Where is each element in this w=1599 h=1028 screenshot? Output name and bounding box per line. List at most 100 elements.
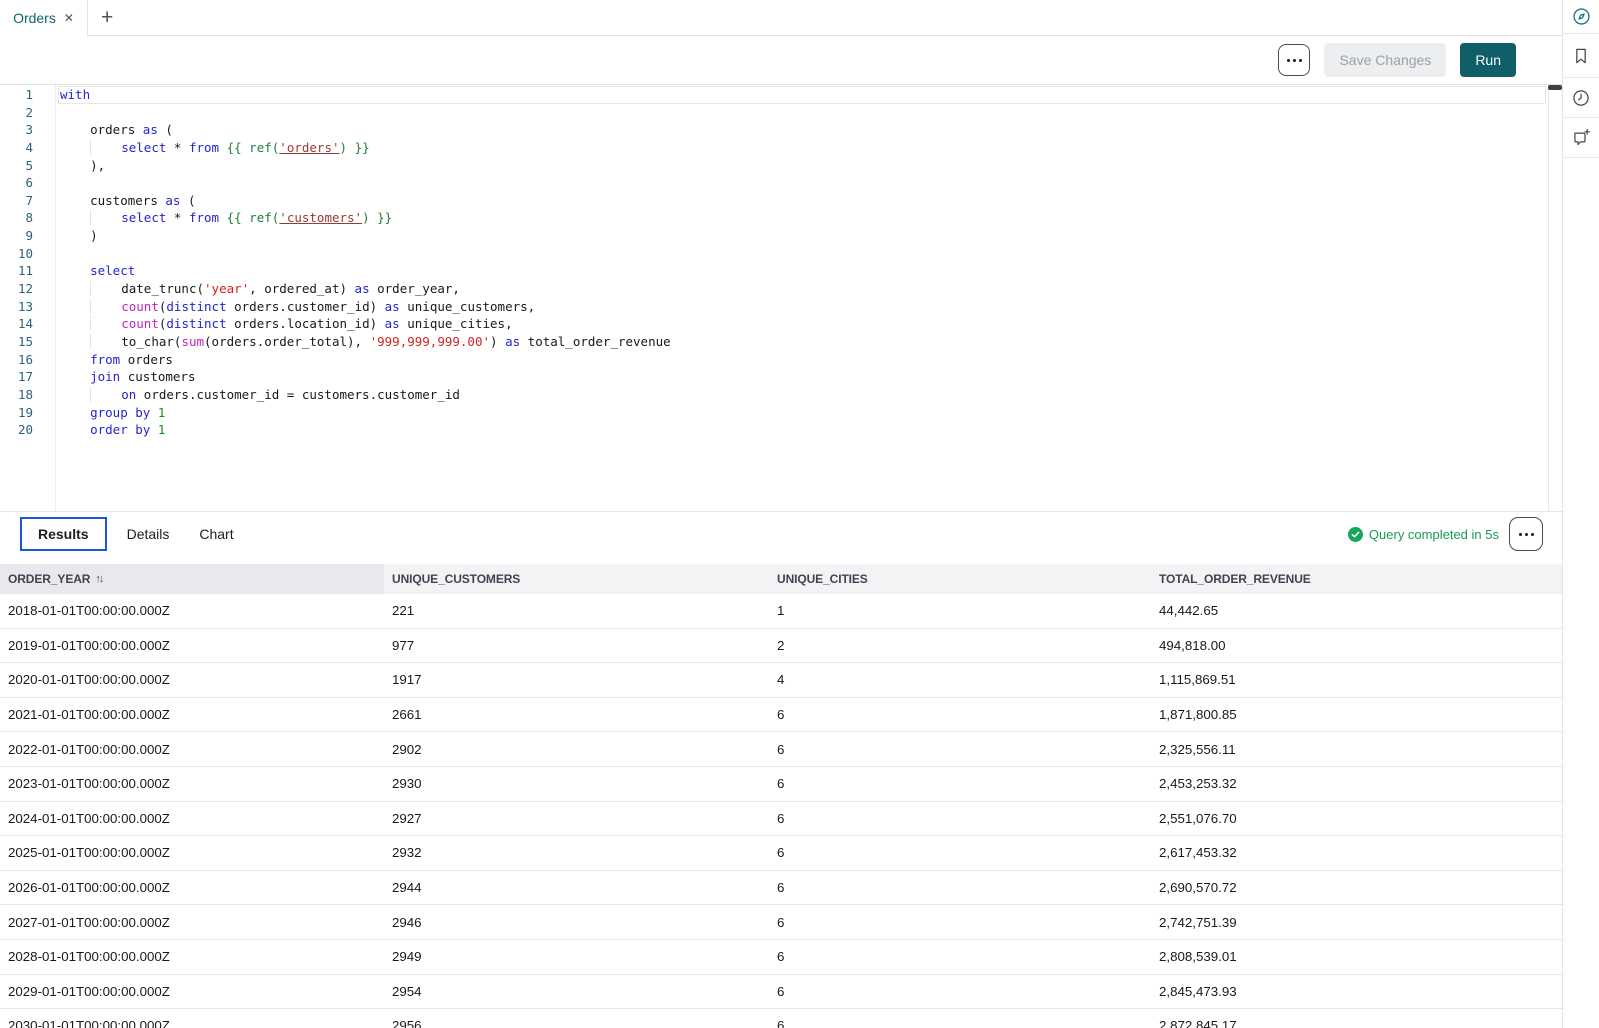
table-cell[interactable]: 4 xyxy=(769,663,1151,697)
table-cell[interactable]: 2 xyxy=(769,629,1151,663)
code-line-content[interactable]: ), xyxy=(55,157,105,175)
code-line-content[interactable]: to_char(sum(orders.order_total), '999,99… xyxy=(55,333,671,351)
code-line-content[interactable]: customers as ( xyxy=(55,192,196,210)
code-line-content[interactable]: select * from {{ ref('orders') }} xyxy=(55,139,370,157)
table-cell[interactable]: 2927 xyxy=(384,802,769,836)
table-row[interactable]: 2018-01-01T00:00:00.000Z221144,442.65 xyxy=(0,594,1562,629)
history-button[interactable] xyxy=(1563,78,1599,118)
compass-button[interactable] xyxy=(1563,0,1599,34)
table-row[interactable]: 2028-01-01T00:00:00.000Z294962,808,539.0… xyxy=(0,940,1562,975)
table-cell[interactable]: 2020-01-01T00:00:00.000Z xyxy=(0,663,384,697)
table-cell[interactable]: 6 xyxy=(769,1009,1151,1028)
table-cell[interactable]: 2661 xyxy=(384,698,769,732)
table-cell[interactable]: 2946 xyxy=(384,905,769,939)
table-row[interactable]: 2029-01-01T00:00:00.000Z295462,845,473.9… xyxy=(0,975,1562,1010)
copilot-button[interactable] xyxy=(1563,118,1599,158)
column-header-unique-cities[interactable]: UNIQUE_CITIES xyxy=(769,564,1151,594)
table-cell[interactable]: 2932 xyxy=(384,836,769,870)
table-cell[interactable]: 6 xyxy=(769,732,1151,766)
table-row[interactable]: 2025-01-01T00:00:00.000Z293262,617,453.3… xyxy=(0,836,1562,871)
table-cell[interactable]: 2022-01-01T00:00:00.000Z xyxy=(0,732,384,766)
table-cell[interactable]: 2,845,473.93 xyxy=(1151,975,1562,1009)
table-cell[interactable]: 2023-01-01T00:00:00.000Z xyxy=(0,767,384,801)
table-cell[interactable]: 2025-01-01T00:00:00.000Z xyxy=(0,836,384,870)
results-more-button[interactable] xyxy=(1509,517,1543,551)
table-cell[interactable]: 494,818.00 xyxy=(1151,629,1562,663)
table-cell[interactable]: 2930 xyxy=(384,767,769,801)
table-cell[interactable]: 2028-01-01T00:00:00.000Z xyxy=(0,940,384,974)
code-line-content[interactable]: on orders.customer_id = customers.custom… xyxy=(55,386,460,404)
table-cell[interactable]: 2902 xyxy=(384,732,769,766)
code-line-content[interactable]: date_trunc('year', ordered_at) as order_… xyxy=(55,280,460,298)
table-cell[interactable]: 2949 xyxy=(384,940,769,974)
column-header-order-year[interactable]: ORDER_YEAR ↑↓ xyxy=(0,564,384,594)
save-changes-button[interactable]: Save Changes xyxy=(1324,43,1446,77)
table-cell[interactable]: 6 xyxy=(769,836,1151,870)
editor-more-button[interactable] xyxy=(1278,44,1310,76)
table-cell[interactable]: 2,690,570.72 xyxy=(1151,871,1562,905)
table-cell[interactable]: 6 xyxy=(769,802,1151,836)
table-cell[interactable]: 6 xyxy=(769,975,1151,1009)
code-line-content[interactable]: ) xyxy=(55,227,98,245)
code-line-content[interactable]: count(distinct orders.location_id) as un… xyxy=(55,315,513,333)
table-cell[interactable]: 44,442.65 xyxy=(1151,594,1562,628)
tab-orders[interactable]: Orders ✕ xyxy=(0,0,88,36)
table-cell[interactable]: 2,742,751.39 xyxy=(1151,905,1562,939)
run-button[interactable]: Run xyxy=(1460,43,1516,77)
table-cell[interactable]: 2954 xyxy=(384,975,769,1009)
close-icon[interactable]: ✕ xyxy=(64,12,74,24)
code-line-content[interactable]: select xyxy=(55,262,135,280)
table-cell[interactable]: 6 xyxy=(769,871,1151,905)
table-cell[interactable]: 2956 xyxy=(384,1009,769,1028)
bookmark-button[interactable] xyxy=(1563,34,1599,78)
code-line-content[interactable]: with xyxy=(55,86,90,104)
table-cell[interactable]: 2027-01-01T00:00:00.000Z xyxy=(0,905,384,939)
new-tab-button[interactable]: + xyxy=(97,7,117,28)
table-cell[interactable]: 2,808,539.01 xyxy=(1151,940,1562,974)
table-row[interactable]: 2020-01-01T00:00:00.000Z191741,115,869.5… xyxy=(0,663,1562,698)
table-cell[interactable]: 977 xyxy=(384,629,769,663)
column-header-total-order-revenue[interactable]: TOTAL_ORDER_REVENUE xyxy=(1151,564,1562,594)
tab-details[interactable]: Details xyxy=(127,518,170,550)
table-row[interactable]: 2019-01-01T00:00:00.000Z9772494,818.00 xyxy=(0,629,1562,664)
table-row[interactable]: 2024-01-01T00:00:00.000Z292762,551,076.7… xyxy=(0,802,1562,837)
column-header-unique-customers[interactable]: UNIQUE_CUSTOMERS xyxy=(384,564,769,594)
code-line-content[interactable]: join customers xyxy=(55,368,195,386)
table-row[interactable]: 2026-01-01T00:00:00.000Z294462,690,570.7… xyxy=(0,871,1562,906)
table-cell[interactable]: 2,325,556.11 xyxy=(1151,732,1562,766)
tab-results[interactable]: Results xyxy=(20,517,107,551)
table-cell[interactable]: 2,551,076.70 xyxy=(1151,802,1562,836)
table-cell[interactable]: 2021-01-01T00:00:00.000Z xyxy=(0,698,384,732)
table-cell[interactable]: 2,617,453.32 xyxy=(1151,836,1562,870)
table-cell[interactable]: 1,871,800.85 xyxy=(1151,698,1562,732)
code-line-content[interactable]: order by 1 xyxy=(55,421,165,439)
tab-chart[interactable]: Chart xyxy=(199,518,233,550)
table-cell[interactable]: 6 xyxy=(769,940,1151,974)
table-cell[interactable]: 2,453,253.32 xyxy=(1151,767,1562,801)
sort-arrows-icon[interactable]: ↑↓ xyxy=(95,573,102,585)
code-line-content[interactable]: count(distinct orders.customer_id) as un… xyxy=(55,298,535,316)
table-cell[interactable]: 6 xyxy=(769,905,1151,939)
editor-scrollbar-thumb[interactable] xyxy=(1548,85,1562,90)
table-cell[interactable]: 2024-01-01T00:00:00.000Z xyxy=(0,802,384,836)
table-cell[interactable]: 2,872,845.17 xyxy=(1151,1009,1562,1028)
table-cell[interactable]: 2026-01-01T00:00:00.000Z xyxy=(0,871,384,905)
table-cell[interactable]: 2029-01-01T00:00:00.000Z xyxy=(0,975,384,1009)
table-row[interactable]: 2021-01-01T00:00:00.000Z266161,871,800.8… xyxy=(0,698,1562,733)
table-cell[interactable]: 6 xyxy=(769,767,1151,801)
table-cell[interactable]: 2944 xyxy=(384,871,769,905)
table-cell[interactable]: 1917 xyxy=(384,663,769,697)
table-cell[interactable]: 2019-01-01T00:00:00.000Z xyxy=(0,629,384,663)
table-cell[interactable]: 1,115,869.51 xyxy=(1151,663,1562,697)
sql-editor[interactable]: 1with23 orders as (4 select * from {{ re… xyxy=(0,85,1562,511)
table-cell[interactable]: 6 xyxy=(769,698,1151,732)
table-row[interactable]: 2030-01-01T00:00:00.000Z295662,872,845.1… xyxy=(0,1009,1562,1028)
table-cell[interactable]: 2018-01-01T00:00:00.000Z xyxy=(0,594,384,628)
table-row[interactable]: 2022-01-01T00:00:00.000Z290262,325,556.1… xyxy=(0,732,1562,767)
code-line-content[interactable]: group by 1 xyxy=(55,404,165,422)
code-line-content[interactable]: orders as ( xyxy=(55,121,173,139)
table-cell[interactable]: 2030-01-01T00:00:00.000Z xyxy=(0,1009,384,1028)
table-cell[interactable]: 221 xyxy=(384,594,769,628)
table-row[interactable]: 2023-01-01T00:00:00.000Z293062,453,253.3… xyxy=(0,767,1562,802)
code-line-content[interactable]: from orders xyxy=(55,351,173,369)
